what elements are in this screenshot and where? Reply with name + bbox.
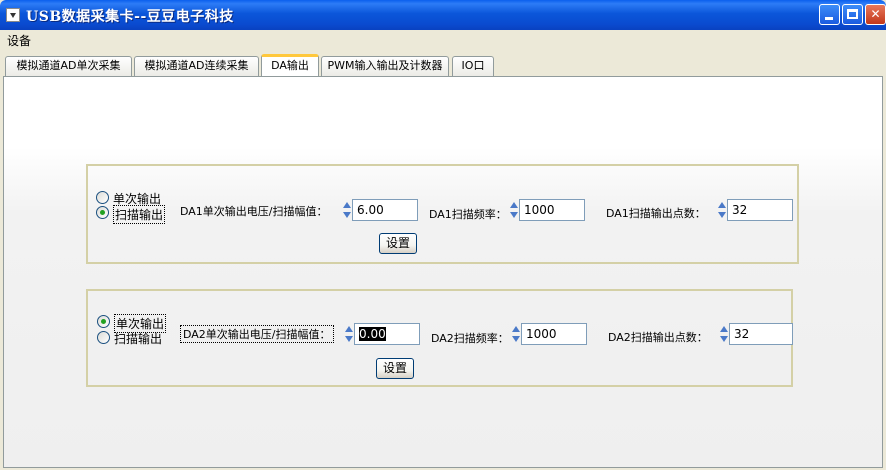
tab-ad-continuous[interactable]: 模拟通道AD连续采集: [134, 56, 259, 76]
spin-up-icon[interactable]: [720, 326, 728, 332]
da2-points-label: DA2扫描输出点数：: [608, 331, 708, 344]
da1-freq-input[interactable]: 1000: [519, 199, 585, 221]
spin-up-icon[interactable]: [343, 202, 351, 208]
da1-radio-scan-circle[interactable]: [96, 206, 109, 219]
da1-voltage-input[interactable]: 6.00: [352, 199, 418, 221]
tab-content-panel: [3, 76, 883, 468]
da2-freq-spinner[interactable]: [512, 323, 521, 345]
da2-voltage-label: DA2单次输出电压/扫描幅值：: [180, 325, 334, 343]
spin-up-icon[interactable]: [512, 326, 520, 332]
da2-radio-single-circle[interactable]: [97, 315, 110, 328]
da2-points-input[interactable]: 32: [729, 323, 793, 345]
tab-pwm[interactable]: PWM输入输出及计数器: [321, 56, 449, 76]
da1-voltage-label: DA1单次输出电压/扫描幅值：: [180, 205, 328, 218]
da1-radio-scan-label: 扫描输出: [113, 205, 166, 224]
da1-radio-single-circle[interactable]: [96, 191, 109, 204]
maximize-icon: [847, 9, 858, 19]
da1-points-label: DA1扫描输出点数：: [606, 207, 706, 220]
da1-points-input[interactable]: 32: [727, 199, 793, 221]
da2-voltage-spinner[interactable]: [345, 323, 354, 345]
close-icon: ✕: [870, 7, 881, 21]
tab-io[interactable]: IO口: [452, 56, 494, 76]
spin-down-icon[interactable]: [718, 212, 726, 218]
da1-points-spinner[interactable]: [718, 199, 727, 221]
da1-voltage-spinner[interactable]: [343, 199, 352, 221]
menu-settings[interactable]: 设备: [7, 32, 31, 49]
spin-down-icon[interactable]: [720, 336, 728, 342]
da1-set-button[interactable]: 设置: [379, 233, 417, 254]
title-bar: USB数据采集卡--豆豆电子科技 ✕: [0, 0, 886, 30]
da2-voltage-input[interactable]: 0.00: [354, 323, 420, 345]
spin-down-icon[interactable]: [343, 212, 351, 218]
spin-up-icon[interactable]: [718, 202, 726, 208]
minimize-icon: [825, 17, 833, 20]
spin-up-icon[interactable]: [510, 202, 518, 208]
spin-up-icon[interactable]: [345, 326, 353, 332]
minimize-button[interactable]: [819, 4, 840, 25]
da2-radio-scan-circle[interactable]: [97, 331, 110, 344]
app-icon[interactable]: [6, 8, 20, 22]
spin-down-icon[interactable]: [510, 212, 518, 218]
window-title: USB数据采集卡--豆豆电子科技: [26, 9, 234, 25]
tab-ad-single[interactable]: 模拟通道AD单次采集: [5, 56, 132, 76]
tab-da-output[interactable]: DA输出: [261, 54, 319, 77]
da1-freq-label: DA1扫描频率：: [429, 208, 507, 221]
maximize-button[interactable]: [842, 4, 863, 25]
da2-points-spinner[interactable]: [720, 323, 729, 345]
da1-freq-spinner[interactable]: [510, 199, 519, 221]
da2-freq-input[interactable]: 1000: [521, 323, 587, 345]
da2-freq-label: DA2扫描频率：: [431, 332, 509, 345]
spin-down-icon[interactable]: [512, 336, 520, 342]
spin-down-icon[interactable]: [345, 336, 353, 342]
menu-bar: 设备: [0, 30, 886, 49]
da2-set-button[interactable]: 设置: [376, 358, 414, 379]
da2-voltage-value: 0.00: [359, 327, 386, 341]
da2-radio-scan-label: 扫描输出: [114, 332, 163, 346]
close-button[interactable]: ✕: [865, 4, 886, 25]
